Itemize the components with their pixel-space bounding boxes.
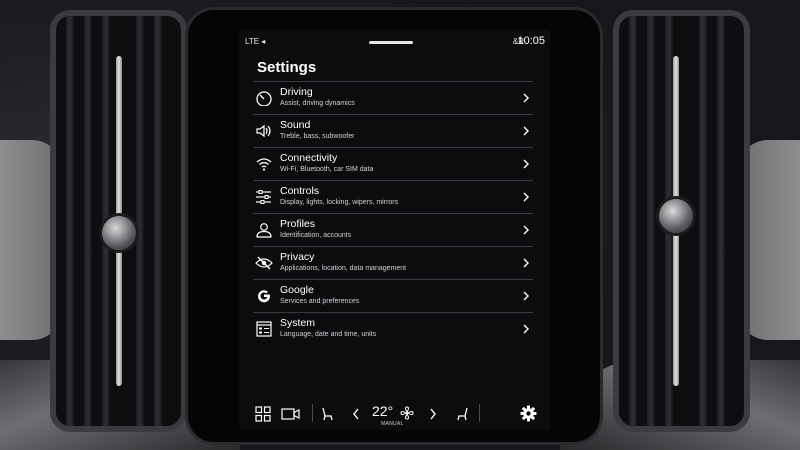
- chevron-right-icon[interactable]: [428, 406, 438, 422]
- app-grid-icon[interactable]: [255, 406, 271, 422]
- wifi-icon: [256, 158, 272, 171]
- chevron-right-icon: [523, 291, 529, 301]
- settings-item-driving[interactable]: Driving Assist, driving dynamics: [253, 81, 533, 114]
- air-vent-left: [50, 10, 187, 432]
- settings-item-controls[interactable]: Controls Display, lights, locking, wiper…: [253, 180, 533, 213]
- chevron-right-icon: [523, 192, 529, 202]
- vent-knob-right[interactable]: [659, 199, 693, 233]
- page-title: Settings: [257, 59, 317, 76]
- air-vent-right: [613, 10, 750, 432]
- pull-down-handle[interactable]: [369, 41, 413, 44]
- vent-knob-left[interactable]: [102, 216, 136, 250]
- chevron-right-icon: [523, 159, 529, 169]
- bar-divider: [312, 404, 313, 422]
- speaker-icon: [256, 124, 271, 138]
- settings-item-label: Google: [280, 284, 314, 296]
- chevron-right-icon: [523, 93, 529, 103]
- seat-heater-right-icon[interactable]: [455, 406, 471, 422]
- system-icon: [256, 321, 272, 337]
- settings-item-connectivity[interactable]: Connectivity Wi-Fi, Bluetooth, car SIM d…: [253, 147, 533, 180]
- seat-heater-left-icon[interactable]: [319, 406, 335, 422]
- camera-icon[interactable]: [281, 406, 301, 422]
- sliders-icon: [256, 190, 271, 204]
- person-icon: [256, 223, 272, 238]
- eye-slash-icon: [255, 256, 273, 270]
- clock: 10:05: [517, 35, 545, 47]
- bar-divider: [479, 404, 480, 422]
- fan-icon[interactable]: [400, 406, 414, 420]
- temperature-value[interactable]: 22°: [372, 403, 393, 419]
- settings-item-subtitle: Treble, bass, subwoofer: [280, 133, 355, 140]
- settings-item-subtitle: Assist, driving dynamics: [280, 100, 355, 107]
- settings-item-subtitle: Display, lights, locking, wipers, mirror…: [280, 199, 399, 206]
- settings-item-subtitle: Language, date and time, units: [280, 331, 377, 338]
- settings-item-label: Controls: [280, 185, 320, 197]
- chevron-right-icon: [523, 324, 529, 334]
- settings-item-privacy[interactable]: Privacy Applications, location, data man…: [253, 246, 533, 279]
- settings-item-subtitle: Identification, accounts: [280, 232, 352, 239]
- settings-item-profiles[interactable]: Profiles Identification, accounts: [253, 213, 533, 246]
- settings-item-label: Profiles: [280, 218, 316, 230]
- settings-item-sound[interactable]: Sound Treble, bass, subwoofer: [253, 114, 533, 147]
- settings-list: Driving Assist, driving dynamics Sound T…: [253, 81, 533, 345]
- chevron-right-icon: [523, 258, 529, 268]
- settings-item-subtitle: Wi-Fi, Bluetooth, car SIM data: [280, 166, 374, 173]
- settings-item-label: Connectivity: [280, 152, 338, 164]
- settings-item-google[interactable]: Google Services and preferences: [253, 279, 533, 312]
- settings-item-system[interactable]: System Language, date and time, units: [253, 312, 533, 345]
- settings-item-label: Driving: [280, 86, 313, 98]
- gear-icon[interactable]: [520, 405, 537, 422]
- climate-bar: 22° MANUAL: [239, 398, 550, 430]
- settings-item-subtitle: Applications, location, data management: [280, 265, 407, 272]
- settings-item-label: System: [280, 317, 316, 329]
- speedometer-icon: [256, 91, 272, 106]
- chevron-right-icon: [523, 126, 529, 136]
- signal-status: LTE ◂: [245, 37, 266, 46]
- settings-item-label: Privacy: [280, 251, 315, 263]
- climate-mode-label: MANUAL: [381, 421, 404, 427]
- settings-item-label: Sound: [280, 119, 311, 131]
- chevron-left-icon[interactable]: [351, 406, 361, 422]
- infotainment-screen: LTE ◂ &R 10:05 Settings Driving Assist, …: [239, 30, 550, 430]
- settings-item-subtitle: Services and preferences: [280, 298, 360, 305]
- chevron-right-icon: [523, 225, 529, 235]
- google-icon: [258, 290, 271, 303]
